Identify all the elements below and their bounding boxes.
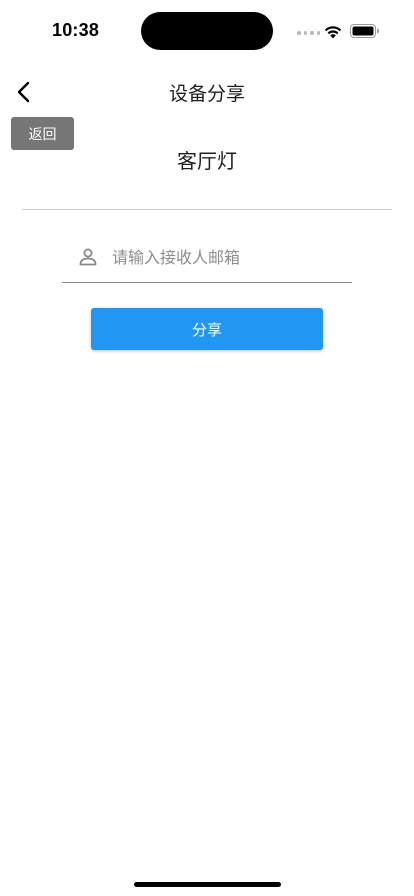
email-field-row [62,236,352,283]
page-title: 设备分享 [168,83,245,105]
status-bar: 10:38 [0,0,414,60]
user-icon [79,248,97,266]
status-time: 10:38 [52,20,100,40]
share-button[interactable]: 分享 [91,308,323,350]
nav-bar: 设备分享 [0,70,414,114]
dynamic-island [141,12,273,50]
divider [22,209,392,210]
wifi-icon [324,26,342,39]
signal-dots-icon [297,31,320,35]
home-indicator [134,882,281,887]
battery-icon [350,24,379,38]
email-field[interactable] [112,242,348,272]
device-name: 客厅灯 [177,149,237,173]
